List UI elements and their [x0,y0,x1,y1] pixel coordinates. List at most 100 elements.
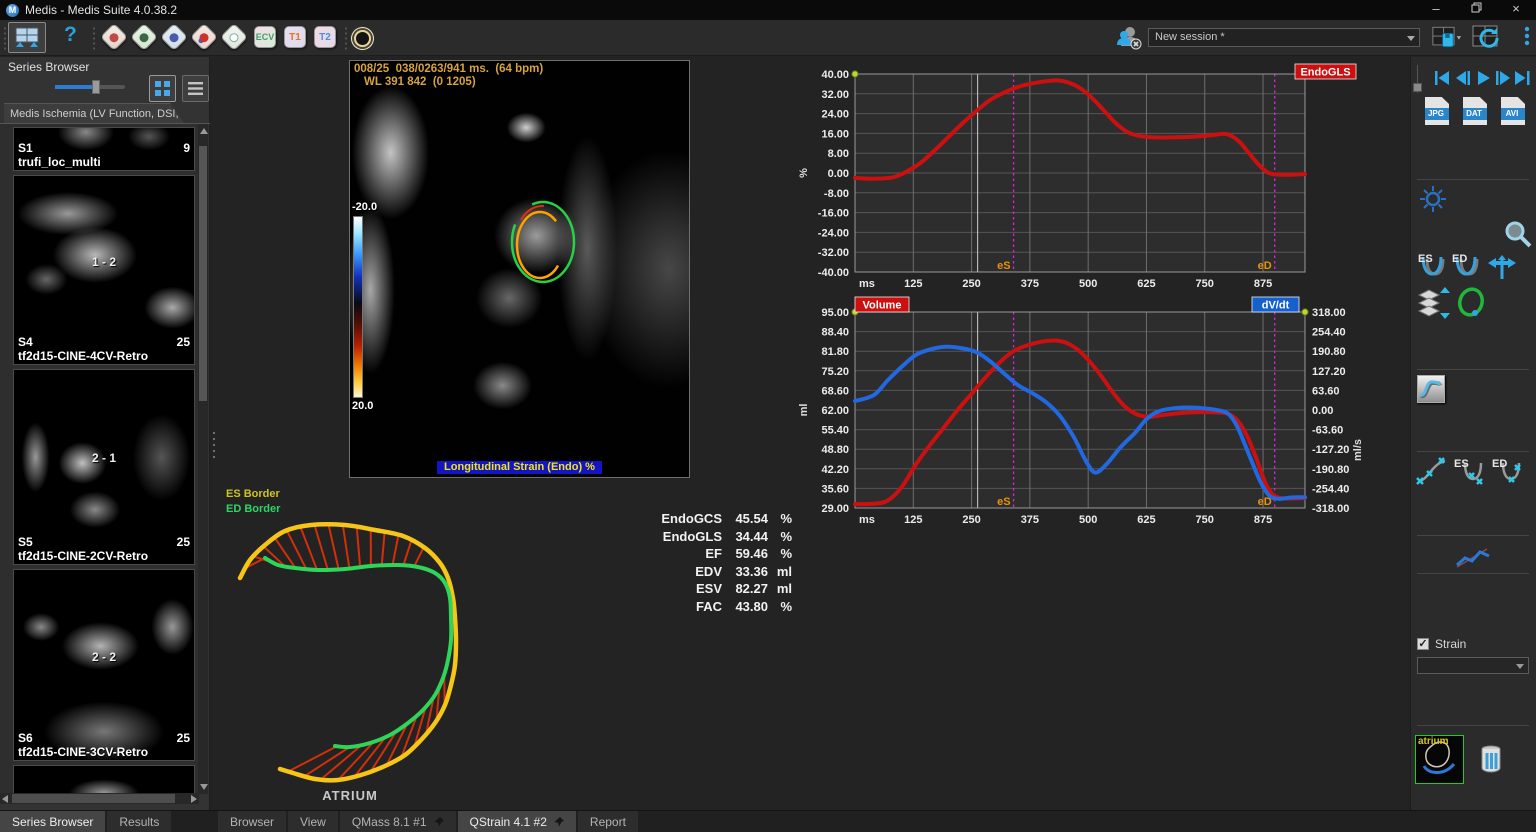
app-icon-qflow[interactable] [130,23,158,51]
measurement-row: EF59.46% [630,546,792,564]
close-button[interactable]: × [1496,0,1536,20]
app-tab-qmass-8-1-1[interactable]: QMass 8.1 #1 [340,811,456,832]
series-horizontal-scrollbar[interactable] [0,793,199,804]
tab-label: QMass 8.1 #1 [352,815,427,829]
strain-contour-diagram[interactable] [218,508,478,793]
export-dat-button[interactable]: DAT [1463,97,1487,125]
frame-slider-thumb[interactable] [1413,83,1422,92]
series-thumbnail-s6[interactable]: 2 - 2S625tf2d15-CINE-3CV-Retro [13,569,195,761]
scrollbar-thumb[interactable] [12,794,175,803]
toolbar-grip[interactable] [92,26,96,50]
mri-viewport[interactable]: 008/25 038/0263/941 ms. (64 bpm) WL 391 … [349,60,690,478]
svg-text:125: 125 [904,514,922,526]
contour-ellipse-button[interactable] [1455,285,1487,319]
scrollbar-thumb[interactable] [199,146,207,401]
restore-button[interactable] [1456,0,1496,20]
svg-text:eS: eS [997,496,1010,508]
delete-roi-button[interactable] [1479,745,1503,773]
measurement-row: EndoGCS45.54% [630,511,792,529]
panel-tab-series-browser[interactable]: Series Browser [0,811,105,832]
svg-text:68.60: 68.60 [821,385,849,397]
roi-thumbnail[interactable]: atrium [1415,735,1464,784]
scroll-down-icon[interactable] [200,784,208,790]
es-contour-button[interactable]: ES [1417,251,1449,281]
series-thumbnail-s1[interactable]: S19trufi_loc_multi [13,127,195,171]
app-tabs: BrowserView QMass 8.1 #1 QStrain 4.1 #2Rep… [218,811,640,832]
series-thumbnail[interactable] [13,765,195,794]
app-icon-ring[interactable] [350,26,373,49]
thumbnail-size-slider[interactable] [55,85,125,89]
svg-text:8.00: 8.00 [828,148,849,160]
app-tab-qstrain-4-1-2[interactable]: QStrain 4.1 #2 [458,811,576,832]
panel-tab-results[interactable]: Results [107,811,171,832]
cine-playback-controls[interactable] [1433,69,1533,87]
restore-icon [1471,2,1482,13]
hanging-protocol-button[interactable] [8,22,46,53]
save-layout-button[interactable] [1432,23,1462,51]
edit-points-button[interactable] [1415,455,1449,487]
show-graphs-button[interactable] [1455,543,1491,573]
edit-es-points-button[interactable]: ES [1453,455,1487,487]
list-view-button[interactable] [182,75,209,102]
ed-contour-button[interactable]: ED [1451,251,1483,281]
measurement-label: ESV [630,581,722,599]
window-width-level-button[interactable] [1419,185,1447,213]
layers-button[interactable] [1417,285,1451,321]
app-tab-browser[interactable]: Browser [218,811,286,832]
svg-text:EndoGLS: EndoGLS [1300,67,1350,79]
svg-text:-127.20: -127.20 [1312,444,1349,456]
strain-type-dropdown[interactable] [1417,657,1529,674]
series-browser-title: Series Browser [8,60,89,74]
minimize-button[interactable]: – [1416,0,1456,20]
skip-end-icon [1527,71,1530,85]
export-avi-button[interactable]: AVI [1501,97,1525,125]
contour-overlay[interactable] [498,191,594,307]
reset-layout-button[interactable] [1472,23,1502,51]
series-browser-panel: Series Browser Medis Ischemia (LV Functi… [0,57,210,810]
study-tab[interactable]: Medis Ischemia (LV Function, DSI, ... [4,103,184,123]
app-icon-qmass[interactable] [100,23,128,51]
svg-text:-254.40: -254.40 [1312,483,1349,495]
panel-splitter[interactable] [212,430,216,460]
volume-chart[interactable]: 95.0088.4081.8075.2068.6062.0055.4048.80… [795,296,1370,536]
app-icon-t2[interactable]: T2 [314,26,336,48]
measurement-label: EDV [630,564,722,582]
edit-ed-points-button[interactable]: ED [1491,455,1525,487]
app-icon-qstrain[interactable] [190,23,218,51]
scroll-right-icon[interactable] [191,795,197,803]
strain-chart[interactable]: 40.0032.0024.0016.008.000.00-8.00-16.00-… [795,60,1370,300]
scroll-left-icon[interactable] [2,795,8,803]
toolbar-grip[interactable] [344,26,348,50]
flip-contour-button[interactable] [1487,253,1517,281]
series-thumbnail-s5[interactable]: 2 - 1S525tf2d15-CINE-2CV-Retro [13,369,195,565]
pin-icon[interactable] [554,817,564,827]
toolbar-grip[interactable] [3,26,7,50]
session-dropdown[interactable]: New session * [1148,28,1420,47]
grid-view-button[interactable] [149,75,176,102]
series-thumbnail-s4[interactable]: 1 - 2S425tf2d15-CINE-4CV-Retro [13,175,195,365]
overflow-menu-button[interactable] [1512,23,1536,51]
scroll-up-icon[interactable] [200,128,208,134]
magnifier-button[interactable] [1503,219,1533,249]
app-icon-3d-view[interactable] [160,23,188,51]
measurement-unit: % [768,599,792,617]
app-tab-view[interactable]: View [288,811,338,832]
svg-text:-318.00: -318.00 [1312,503,1349,515]
series-vertical-scrollbar[interactable] [198,124,208,794]
pin-icon[interactable] [434,817,444,827]
spline-tool-button[interactable] [1417,375,1445,403]
app-icon-t1[interactable]: T1 [284,26,306,48]
viewport-footer: Longitudinal Strain (Endo) % [350,457,689,475]
app-icon-shield[interactable] [220,23,248,51]
export-jpg-button[interactable]: JPG [1425,97,1449,125]
app-icon-ecv[interactable]: ECV [254,26,276,48]
help-button[interactable]: ? [64,23,77,47]
svg-text:125: 125 [904,278,922,290]
export-format-label: AVI [1499,108,1525,120]
user-session-icon[interactable] [1116,24,1142,50]
chevron-down-icon [1516,664,1524,669]
slider-thumb[interactable] [92,80,100,94]
app-tab-report[interactable]: Report [578,811,638,832]
strain-checkbox[interactable]: ✓ [1417,638,1429,650]
ed-text: ED [1492,458,1507,470]
